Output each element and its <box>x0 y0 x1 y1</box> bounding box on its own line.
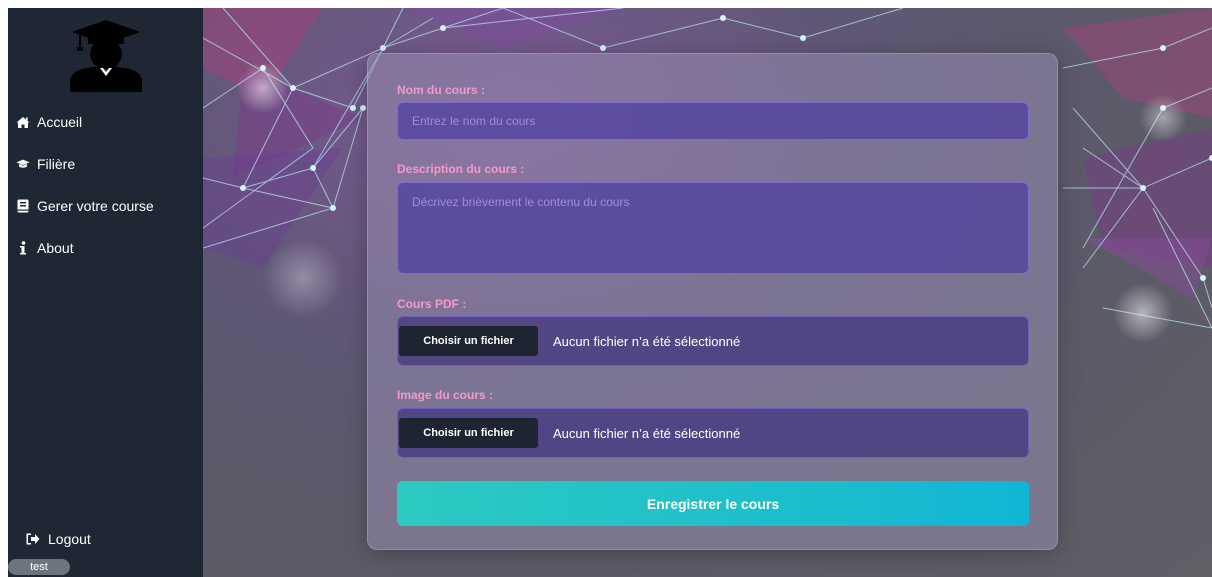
image-file-status: Aucun fichier n’a été sélectionné <box>553 425 741 441</box>
home-icon <box>16 115 30 129</box>
image-label: Image du cours : <box>397 388 494 402</box>
sidebar-item-label: About <box>37 240 74 256</box>
sidebar-item-about[interactable]: About <box>8 227 203 269</box>
choose-pdf-button[interactable]: Choisir un fichier <box>399 326 538 356</box>
course-name-label: Nom du cours : <box>397 83 486 97</box>
description-textarea[interactable] <box>398 183 1028 273</box>
logout-label: Logout <box>48 531 91 547</box>
info-icon <box>16 241 30 255</box>
sidebar-item-filiere[interactable]: Filière <box>8 143 203 185</box>
logout-button[interactable]: Logout <box>26 531 91 547</box>
app-window: Accueil Filière Gerer votre course About <box>8 8 1212 577</box>
course-form-card: Nom du cours : Description du cours : Co… <box>367 53 1058 550</box>
choose-image-button[interactable]: Choisir un fichier <box>399 418 538 448</box>
user-badge: test <box>8 559 70 575</box>
course-name-field <box>397 102 1029 140</box>
save-course-button[interactable]: Enregistrer le cours <box>397 481 1029 526</box>
pdf-label: Cours PDF : <box>397 297 467 311</box>
main-content: Nom du cours : Description du cours : Co… <box>203 8 1212 577</box>
course-name-input[interactable] <box>398 103 1028 139</box>
pdf-file-status: Aucun fichier n’a été sélectionné <box>553 333 741 349</box>
sidebar-item-accueil[interactable]: Accueil <box>8 101 203 143</box>
sidebar-item-label: Accueil <box>37 114 83 130</box>
description-label: Description du cours : <box>397 162 525 176</box>
sidebar-item-label: Gerer votre course <box>37 198 154 214</box>
graduate-icon <box>66 18 146 92</box>
pdf-file-input[interactable]: Choisir un fichier Aucun fichier n’a été… <box>397 316 1029 366</box>
graduation-cap-icon <box>16 157 30 171</box>
sidebar: Accueil Filière Gerer votre course About <box>8 8 203 577</box>
sidebar-item-gerer-course[interactable]: Gerer votre course <box>8 185 203 227</box>
book-icon <box>16 199 30 213</box>
sign-out-icon <box>26 533 40 545</box>
description-field <box>397 182 1029 274</box>
sidebar-item-label: Filière <box>37 156 76 172</box>
sidebar-nav: Accueil Filière Gerer votre course About <box>8 101 203 269</box>
image-file-input[interactable]: Choisir un fichier Aucun fichier n’a été… <box>397 408 1029 458</box>
